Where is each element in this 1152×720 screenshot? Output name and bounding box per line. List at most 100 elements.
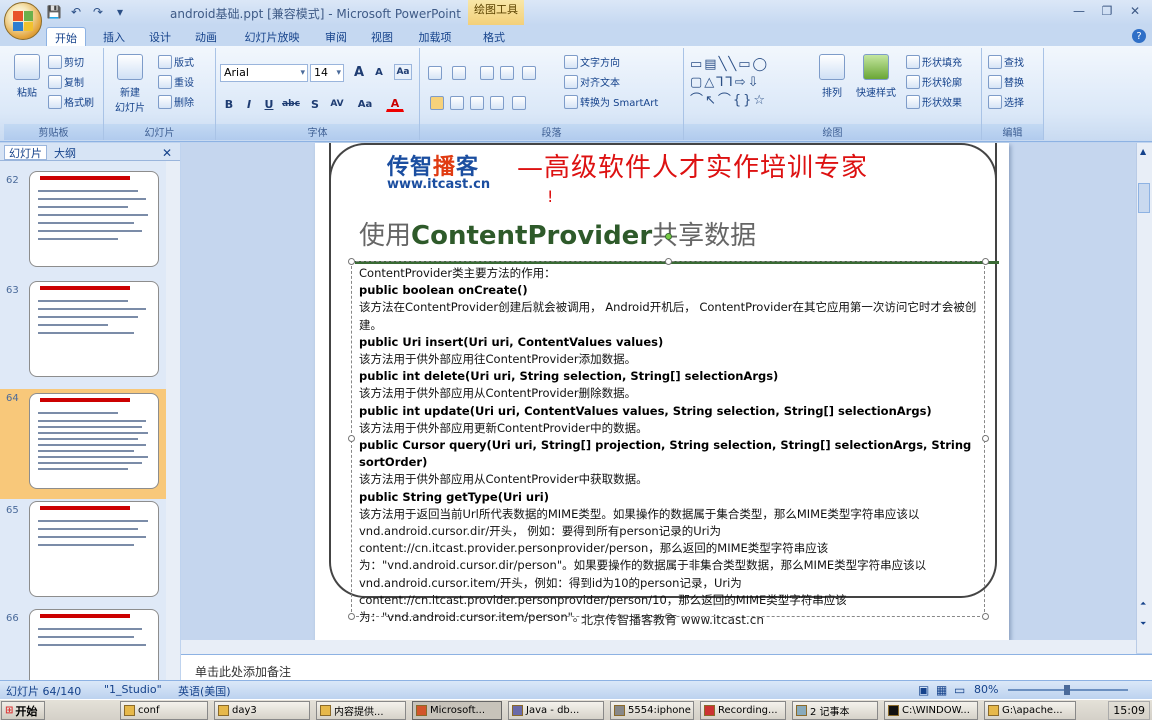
notes-pane[interactable]: 单击此处添加备注 bbox=[181, 654, 1152, 680]
tab-view[interactable]: 视图 bbox=[364, 27, 400, 46]
text-direction-button[interactable]: 文字方向 bbox=[564, 54, 620, 69]
grow-font-button[interactable]: A bbox=[350, 64, 368, 80]
taskbar-item[interactable]: G:\apache... bbox=[984, 701, 1076, 720]
delete-slide-button[interactable]: 删除 bbox=[158, 94, 194, 109]
change-case-button[interactable]: Aa bbox=[356, 96, 374, 112]
justify-icon[interactable] bbox=[490, 96, 504, 110]
tab-slideshow[interactable]: 幻灯片放映 bbox=[236, 27, 308, 46]
font-size-combo[interactable]: 14 bbox=[310, 64, 344, 82]
underline-button[interactable]: U bbox=[260, 96, 278, 112]
shape-outline-button[interactable]: 形状轮廓 bbox=[906, 74, 962, 89]
slide-vertical-scrollbar[interactable]: ▲ ⏶ ⏷ bbox=[1136, 143, 1152, 653]
zoom-thumb[interactable] bbox=[1064, 685, 1070, 695]
taskbar-item[interactable]: conf bbox=[120, 701, 208, 720]
replace-button[interactable]: 替换 bbox=[988, 74, 1024, 89]
slide-thumbnail-selected[interactable]: 64 bbox=[0, 389, 166, 499]
line-spacing-icon[interactable] bbox=[522, 66, 536, 80]
next-slide-icon[interactable]: ⏷ bbox=[1140, 619, 1146, 629]
redo-icon[interactable]: ↷ bbox=[90, 4, 106, 20]
slide-thumbnail[interactable]: 66 bbox=[0, 609, 166, 680]
tab-outline-pane[interactable]: 大纲 bbox=[54, 145, 76, 160]
slideshow-view-icon[interactable]: ▭ bbox=[954, 683, 965, 697]
language[interactable]: 英语(美国) bbox=[178, 683, 231, 699]
char-spacing-button[interactable]: AV bbox=[328, 96, 346, 112]
bold-button[interactable]: B bbox=[220, 96, 238, 112]
resize-handle[interactable] bbox=[982, 435, 989, 442]
shadow-button[interactable]: S bbox=[306, 96, 324, 112]
slides-pane-scrollbar[interactable] bbox=[166, 161, 180, 680]
taskbar-item[interactable]: C:\WINDOW... bbox=[884, 701, 978, 720]
customize-qat-icon[interactable]: ▾ bbox=[112, 4, 128, 20]
align-center-icon[interactable] bbox=[450, 96, 464, 110]
strikethrough-button[interactable]: abc bbox=[282, 96, 300, 112]
layout-button[interactable]: 版式 bbox=[158, 54, 194, 69]
sorter-view-icon[interactable]: ▦ bbox=[936, 683, 947, 697]
shape-effects-button[interactable]: 形状效果 bbox=[906, 94, 962, 109]
slide-body-text[interactable]: ContentProvider类主要方法的作用： public boolean o… bbox=[359, 265, 979, 626]
bullets-icon[interactable] bbox=[428, 66, 442, 80]
slide-thumbnail[interactable]: 62 bbox=[0, 171, 166, 281]
tab-home[interactable]: 开始 bbox=[46, 27, 86, 47]
columns-icon[interactable] bbox=[512, 96, 526, 110]
start-button[interactable]: ⊞ 开始 bbox=[1, 701, 45, 720]
italic-button[interactable]: I bbox=[240, 96, 258, 112]
office-button[interactable] bbox=[4, 2, 42, 40]
undo-icon[interactable]: ↶ bbox=[68, 4, 84, 20]
slide-horizontal-scrollbar[interactable] bbox=[181, 640, 1136, 654]
tab-slides-pane[interactable]: 幻灯片 bbox=[4, 145, 47, 160]
tab-insert[interactable]: 插入 bbox=[96, 27, 132, 46]
scroll-up-icon[interactable]: ▲ bbox=[1140, 147, 1146, 156]
copy-button[interactable]: 复制 bbox=[48, 74, 84, 89]
rotate-handle[interactable] bbox=[665, 233, 672, 240]
shapes-gallery[interactable]: ▭▤╲╲▭◯ ▢△⅂⅂⇨⇩ ⌒↖⌒{}☆ bbox=[690, 56, 808, 112]
shrink-font-button[interactable]: A bbox=[370, 64, 388, 80]
font-color-button[interactable]: A bbox=[386, 96, 404, 112]
new-slide-button[interactable]: 新建 幻灯片 bbox=[110, 54, 150, 114]
close-button[interactable]: ✕ bbox=[1122, 2, 1148, 20]
slide-title[interactable]: 使用ContentProvider共享数据 bbox=[359, 215, 756, 252]
format-painter-button[interactable]: 格式刷 bbox=[48, 94, 94, 109]
tab-addins[interactable]: 加载项 bbox=[410, 27, 460, 46]
taskbar-item[interactable]: day3 bbox=[214, 701, 310, 720]
taskbar-item[interactable]: 5554:iphone bbox=[610, 701, 694, 720]
resize-handle[interactable] bbox=[348, 258, 355, 265]
minimize-button[interactable]: — bbox=[1066, 2, 1092, 20]
maximize-button[interactable]: ❐ bbox=[1094, 2, 1120, 20]
taskbar-item[interactable]: Recording... bbox=[700, 701, 786, 720]
prev-slide-icon[interactable]: ⏶ bbox=[1140, 599, 1146, 609]
scroll-thumb[interactable] bbox=[1138, 183, 1150, 213]
taskbar-item[interactable]: Java - db... bbox=[508, 701, 604, 720]
resize-handle[interactable] bbox=[348, 613, 355, 620]
tab-animation[interactable]: 动画 bbox=[188, 27, 224, 46]
taskbar-item-active[interactable]: Microsoft... bbox=[412, 701, 502, 720]
shape-fill-button[interactable]: 形状填充 bbox=[906, 54, 962, 69]
reset-button[interactable]: 重设 bbox=[158, 74, 194, 89]
normal-view-icon[interactable]: ▣ bbox=[918, 683, 929, 697]
slide-thumbnail[interactable]: 65 bbox=[0, 501, 166, 611]
paste-button[interactable]: 粘贴 bbox=[10, 54, 44, 99]
font-name-combo[interactable]: Arial bbox=[220, 64, 308, 82]
slide-thumbnail[interactable]: 63 bbox=[0, 281, 166, 391]
arrange-button[interactable]: 排列 bbox=[818, 54, 846, 99]
align-right-icon[interactable] bbox=[470, 96, 484, 110]
cut-button[interactable]: 剪切 bbox=[48, 54, 84, 69]
align-text-button[interactable]: 对齐文本 bbox=[564, 74, 620, 89]
taskbar-item[interactable]: 2 记事本 bbox=[792, 701, 878, 720]
numbering-icon[interactable] bbox=[452, 66, 466, 80]
resize-handle[interactable] bbox=[348, 435, 355, 442]
clear-format-button[interactable]: Aa bbox=[394, 64, 412, 80]
help-icon[interactable]: ? bbox=[1132, 29, 1146, 43]
increase-indent-icon[interactable] bbox=[500, 66, 514, 80]
resize-handle[interactable] bbox=[982, 258, 989, 265]
tab-format[interactable]: 格式 bbox=[474, 27, 514, 46]
tab-design[interactable]: 设计 bbox=[142, 27, 178, 46]
decrease-indent-icon[interactable] bbox=[480, 66, 494, 80]
select-button[interactable]: 选择 bbox=[988, 94, 1024, 109]
quick-styles-button[interactable]: 快速样式 bbox=[852, 54, 900, 99]
find-button[interactable]: 查找 bbox=[988, 54, 1024, 69]
align-left-icon[interactable] bbox=[430, 96, 444, 110]
convert-smartart-button[interactable]: 转换为 SmartArt bbox=[564, 94, 658, 109]
zoom-level[interactable]: 80% bbox=[974, 683, 998, 696]
tab-review[interactable]: 审阅 bbox=[318, 27, 354, 46]
resize-handle[interactable] bbox=[665, 258, 672, 265]
